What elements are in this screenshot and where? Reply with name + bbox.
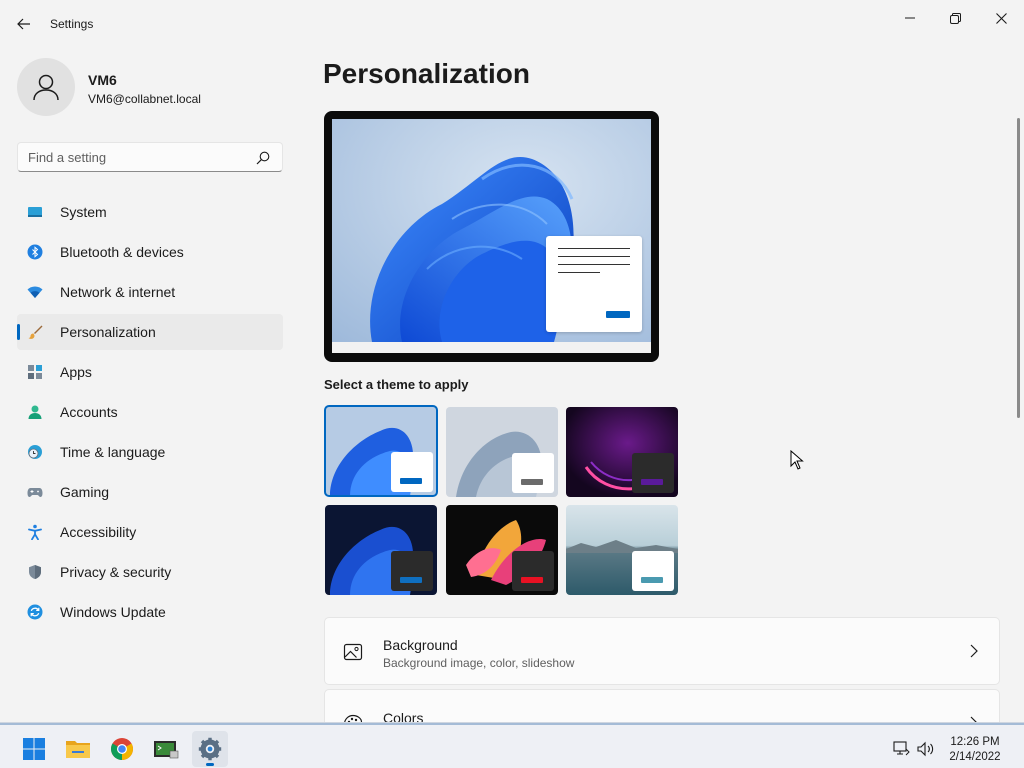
back-button[interactable] bbox=[12, 12, 36, 36]
network-tray-icon[interactable] bbox=[893, 741, 911, 757]
sidebar-item-label: System bbox=[60, 204, 107, 220]
card-title: Background bbox=[383, 637, 458, 653]
sidebar-item-gaming[interactable]: Gaming bbox=[17, 474, 283, 510]
theme-mini-window bbox=[391, 551, 433, 591]
minimize-icon bbox=[905, 17, 915, 19]
theme-sunrise[interactable] bbox=[566, 505, 678, 595]
apps-icon bbox=[28, 365, 42, 379]
theme-mini-window bbox=[512, 551, 554, 591]
restore-button[interactable] bbox=[932, 6, 978, 30]
volume-tray-icon[interactable] bbox=[917, 741, 935, 757]
back-arrow-icon bbox=[17, 18, 30, 30]
brush-icon bbox=[28, 325, 43, 339]
vertical-scrollbar[interactable] bbox=[1017, 118, 1020, 418]
app-title: Settings bbox=[50, 17, 94, 31]
search-icon[interactable] bbox=[256, 151, 270, 165]
sidebar-item-personalization[interactable]: Personalization bbox=[17, 314, 283, 350]
sidebar-item-accounts[interactable]: Accounts bbox=[17, 394, 283, 430]
sidebar-item-label: Windows Update bbox=[60, 604, 166, 620]
theme-flow[interactable] bbox=[446, 505, 558, 595]
clock-date: 2/14/2022 bbox=[949, 751, 1001, 763]
page-title: Personalization bbox=[323, 58, 530, 89]
title-bar: Settings bbox=[0, 0, 1024, 48]
gamepad-icon bbox=[27, 488, 43, 497]
taskbar-top-accent bbox=[0, 723, 1024, 725]
chevron-right-icon bbox=[970, 644, 978, 658]
taskbar: 12:26 PM 2/14/2022 bbox=[0, 722, 1024, 768]
sidebar-item-network[interactable]: Network & internet bbox=[17, 274, 283, 310]
mouse-cursor-icon bbox=[790, 450, 804, 470]
sidebar-item-label: Personalization bbox=[60, 324, 156, 340]
theme-mini-window bbox=[391, 452, 433, 492]
chrome-icon bbox=[111, 738, 133, 760]
theme-mini-window bbox=[632, 551, 674, 591]
preview-line bbox=[558, 248, 630, 249]
taskbar-clock[interactable]: 12:26 PM 2/14/2022 bbox=[940, 735, 1010, 765]
close-icon bbox=[995, 12, 1007, 24]
theme-windows-glow[interactable] bbox=[446, 407, 558, 497]
sidebar-item-time-language[interactable]: Time & language bbox=[17, 434, 283, 470]
preview-line bbox=[558, 256, 630, 257]
preview-line bbox=[558, 264, 630, 265]
sidebar-item-label: Time & language bbox=[60, 444, 166, 460]
accounts-icon bbox=[28, 405, 42, 419]
sidebar-item-bluetooth[interactable]: Bluetooth & devices bbox=[17, 234, 283, 270]
theme-mini-window bbox=[512, 453, 554, 493]
taskbar-chrome[interactable] bbox=[104, 731, 140, 767]
sidebar-item-apps[interactable]: Apps bbox=[17, 354, 283, 390]
background-setting-card[interactable]: Background Background image, color, slid… bbox=[324, 617, 1000, 685]
sidebar-item-system[interactable]: System bbox=[17, 194, 283, 230]
clock-globe-icon bbox=[28, 445, 42, 459]
update-icon bbox=[27, 604, 43, 620]
wifi-icon bbox=[27, 286, 43, 298]
sidebar-item-label: Privacy & security bbox=[60, 564, 172, 580]
bluetooth-icon bbox=[27, 244, 43, 260]
start-icon bbox=[23, 738, 45, 760]
card-subtitle: Background image, color, slideshow bbox=[383, 656, 575, 670]
picture-icon bbox=[343, 643, 363, 661]
sidebar-item-label: Apps bbox=[60, 364, 92, 380]
sidebar-item-label: Accessibility bbox=[60, 524, 137, 540]
sidebar-item-privacy[interactable]: Privacy & security bbox=[17, 554, 283, 590]
search-box[interactable] bbox=[17, 142, 283, 172]
theme-section-label: Select a theme to apply bbox=[324, 377, 469, 392]
restore-icon bbox=[949, 12, 961, 24]
sidebar-nav: System Bluetooth & devices Network & int… bbox=[17, 194, 283, 634]
file-explorer-icon bbox=[66, 741, 90, 758]
user-email: VM6@collabnet.local bbox=[88, 92, 201, 106]
sidebar-item-label: Network & internet bbox=[60, 284, 176, 300]
theme-windows-dark[interactable] bbox=[325, 505, 437, 595]
taskbar-settings[interactable] bbox=[192, 731, 228, 767]
terminal-icon bbox=[154, 741, 179, 759]
sidebar-item-label: Accounts bbox=[60, 404, 118, 420]
preview-wallpaper bbox=[332, 119, 651, 342]
user-icon bbox=[33, 74, 59, 101]
avatar[interactable] bbox=[17, 58, 75, 116]
preview-sample-window bbox=[546, 236, 642, 332]
theme-windows-light[interactable] bbox=[324, 405, 438, 497]
system-icon bbox=[28, 207, 42, 217]
preview-taskbar bbox=[332, 342, 651, 353]
close-button[interactable] bbox=[978, 6, 1024, 30]
user-name: VM6 bbox=[88, 72, 117, 88]
theme-preview bbox=[324, 111, 659, 362]
taskbar-file-explorer[interactable] bbox=[60, 731, 96, 767]
sidebar-item-label: Gaming bbox=[60, 484, 110, 500]
sidebar-item-label: Bluetooth & devices bbox=[60, 244, 184, 260]
shield-icon bbox=[29, 565, 41, 579]
preview-accent-button bbox=[606, 311, 630, 318]
accessibility-icon bbox=[28, 524, 42, 540]
clock-time: 12:26 PM bbox=[950, 736, 1000, 748]
theme-captured-motion[interactable] bbox=[566, 407, 678, 497]
sidebar-item-windows-update[interactable]: Windows Update bbox=[17, 594, 283, 630]
minimize-button[interactable] bbox=[887, 6, 933, 30]
sidebar-item-accessibility[interactable]: Accessibility bbox=[17, 514, 283, 550]
taskbar-terminal[interactable] bbox=[148, 731, 184, 767]
settings-icon bbox=[198, 737, 222, 761]
preview-line bbox=[558, 272, 600, 273]
start-button[interactable] bbox=[16, 731, 52, 767]
theme-mini-window bbox=[632, 453, 674, 493]
search-input[interactable] bbox=[28, 149, 248, 165]
